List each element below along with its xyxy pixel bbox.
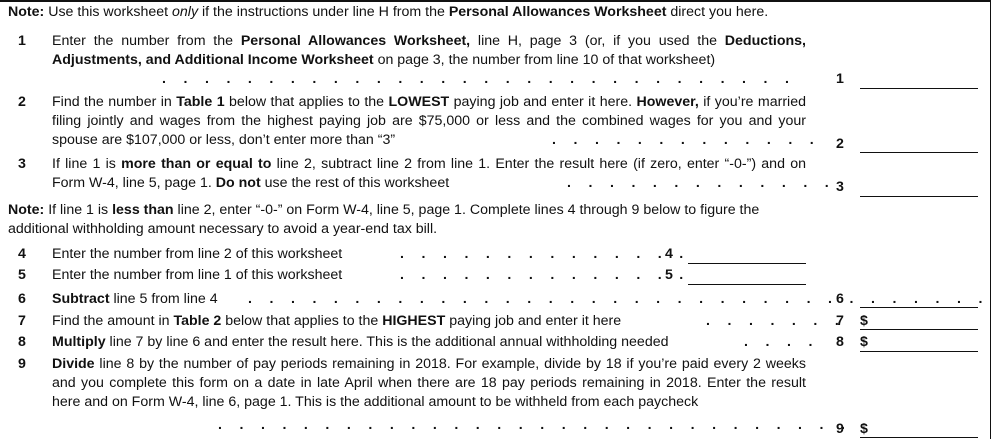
line-7-number: 7: [18, 313, 26, 329]
line-4-text: Enter the number from line 2 of this wor…: [52, 246, 343, 262]
top-rule: [0, 0, 991, 2]
line-3-leader-dots: . . . . . . . . . . . . .: [567, 175, 836, 191]
line-8-number: 8: [18, 334, 26, 350]
line-7-entry-label: 7: [836, 313, 844, 329]
note-instructions: Note: Use this worksheet only if the ins…: [8, 3, 768, 22]
line-2-leader-dots: . . . . . . . . . . . . .: [552, 132, 821, 148]
line-8-entry-label: 8: [836, 334, 844, 350]
line-3-entry-label: 3: [836, 179, 844, 195]
line-8-leader-dots: . . . .: [744, 334, 820, 350]
line-9-entry-field[interactable]: [860, 437, 978, 438]
note-label: Note:: [8, 4, 45, 20]
line-4-number: 4: [18, 246, 26, 262]
line-1-number: 1: [18, 33, 26, 49]
line-7-entry-field[interactable]: [860, 329, 978, 330]
line-1-text: Enter the number from the Personal Allow…: [52, 33, 806, 68]
line-3-entry-field[interactable]: [860, 196, 978, 197]
line-1-entry-label: 1: [836, 71, 844, 87]
line-7-text: Find the amount in Table 2 below that ap…: [52, 313, 622, 329]
line-5-entry-label: 5: [665, 267, 673, 283]
note-text: if the instructions under line H from th…: [198, 4, 449, 20]
line-5-entry-field[interactable]: [688, 284, 806, 285]
line-3-number: 3: [18, 156, 26, 172]
note-less-than: Note: If line 1 is less than line 2, ent…: [8, 202, 760, 237]
note-text: Use this worksheet: [48, 4, 173, 20]
line-9-text: Divide line 8 by the number of pay perio…: [52, 356, 806, 410]
line-6-text: Subtract line 5 from line 4: [52, 291, 218, 307]
line-2-number: 2: [18, 94, 26, 110]
line-9-entry-label: 9: [836, 421, 844, 437]
line-9-number: 9: [18, 356, 26, 372]
note-label: Note:: [8, 202, 45, 218]
line-6-number: 6: [18, 291, 26, 307]
line-1-entry-field[interactable]: [860, 88, 978, 89]
line-8-currency: $: [860, 334, 868, 350]
line-9-leader-dots: . . . . . . . . . . . . . . . . . . . . …: [218, 417, 852, 433]
line-2-entry-label: 2: [836, 136, 844, 152]
line-7-leader-dots: . . . . . . .: [706, 313, 846, 329]
line-5-leader-dots: . . . . . . . . . . . . . .: [400, 267, 691, 283]
line-6-entry-label: 6: [836, 291, 844, 307]
line-6-entry-field[interactable]: [860, 307, 978, 308]
note-emphasis: only: [172, 4, 199, 20]
line-8-entry-field[interactable]: [860, 351, 978, 352]
line-4-entry-label: 4: [665, 246, 673, 262]
note-text: direct you here.: [666, 4, 769, 20]
line-1-leader-dots: . . . . . . . . . . . . . . . . . . . . …: [162, 71, 796, 87]
line-4-leader-dots: . . . . . . . . . . . . . .: [400, 246, 691, 262]
line-8-text: Multiply line 7 by line 6 and enter the …: [52, 334, 669, 350]
line-5-text: Enter the number from line 1 of this wor…: [52, 267, 343, 283]
line-5-number: 5: [18, 267, 26, 283]
line-2-entry-field[interactable]: [860, 152, 978, 153]
note-worksheet-name: Personal Allowances Worksheet: [448, 4, 667, 20]
line-4-entry-field[interactable]: [688, 263, 806, 264]
